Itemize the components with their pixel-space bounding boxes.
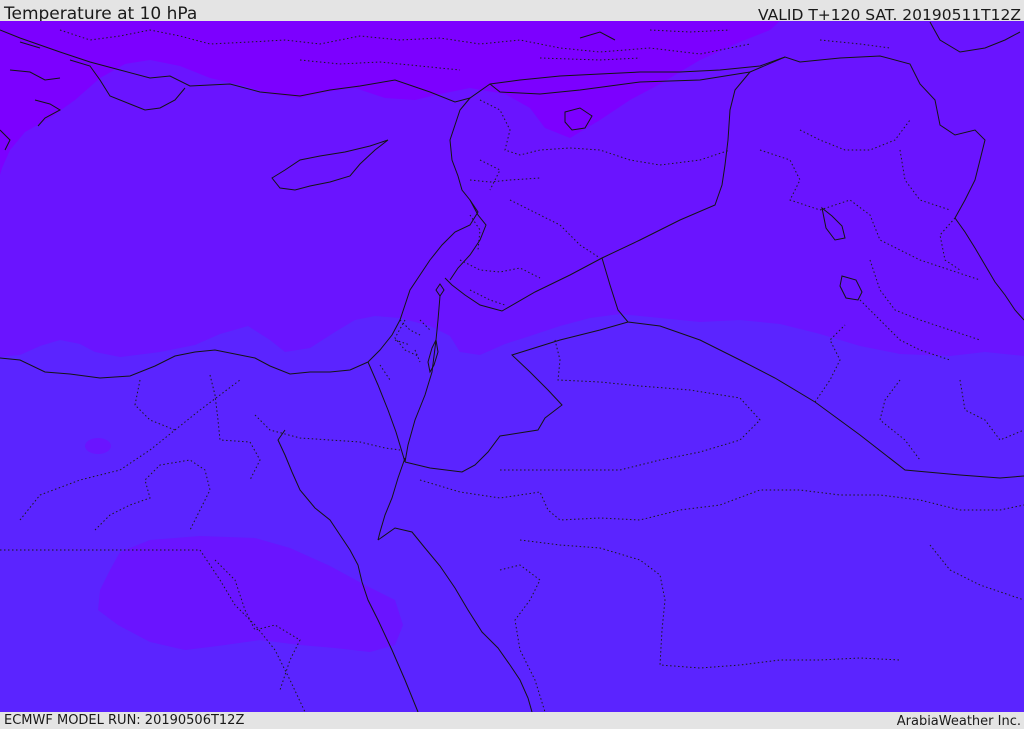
model-run-label: ECMWF MODEL RUN: 20190506T12Z bbox=[4, 713, 245, 728]
map-footer: ECMWF MODEL RUN: 20190506T12Z ArabiaWeat… bbox=[0, 712, 1024, 729]
small-temperature-pocket bbox=[85, 438, 111, 454]
temperature-map[interactable] bbox=[0, 21, 1024, 712]
map-header: Temperature at 10 hPa VALID T+120 SAT. 2… bbox=[0, 0, 1024, 24]
map-canvas bbox=[0, 21, 1024, 712]
credit-label: ArabiaWeather Inc. bbox=[896, 714, 1021, 729]
